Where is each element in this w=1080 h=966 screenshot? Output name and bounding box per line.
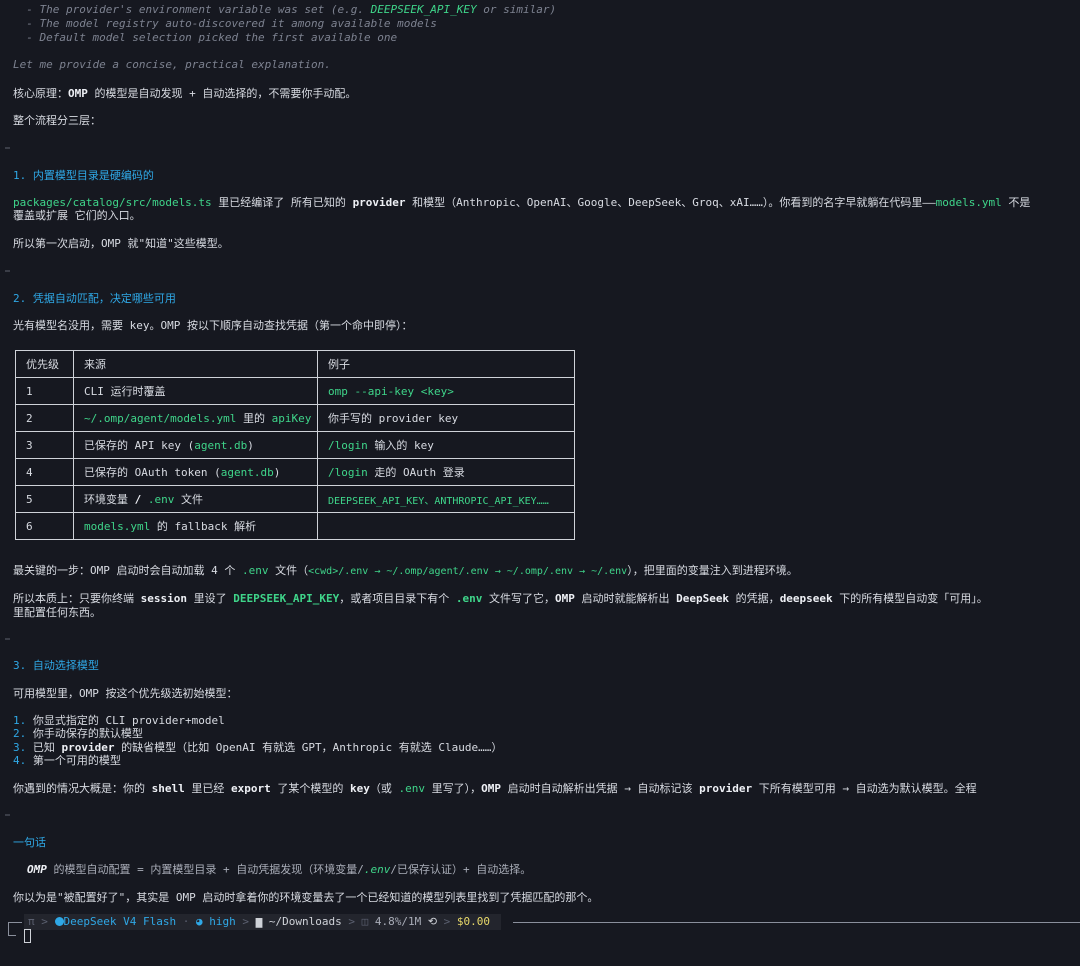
essence-line-1: 所以本质上：只要你终端 session 里设了 DEEPSEEK_API_KEY… — [13, 592, 988, 605]
pi-icon: π — [28, 915, 35, 928]
list-item: 4. 第一个可用的模型 — [13, 754, 121, 767]
cost-label: $0.00 — [456, 915, 491, 928]
table-cell: 5 — [15, 485, 74, 513]
section3-heading: 3. 自动选择模型 — [13, 659, 99, 672]
context-usage: 4.8%/1M — [374, 915, 422, 928]
thinking-line-1: - The provider's environment variable wa… — [13, 3, 557, 16]
context-icon: ◫ — [361, 915, 375, 928]
summary-quote: OMP 的模型自动配置 = 内置模型目录 + 自动凭据发现（环境变量/.env/… — [27, 863, 532, 876]
table-cell: 4 — [15, 458, 74, 486]
situation-line: 你遇到的情况大概是：你的 shell 里已经 export 了某个模型的 key… — [13, 782, 977, 795]
table-header-row: 优先级 来源 例子 — [15, 350, 575, 378]
section2-heading: 2. 凭据自动匹配，决定哪些可用 — [13, 292, 176, 305]
flow-line: 整个流程分三层： — [13, 114, 101, 127]
status-line-right — [513, 922, 1080, 923]
section3-lead: 可用模型里，OMP 按这个优先级选初始模型： — [13, 687, 238, 700]
section1-heading: 1. 内置模型目录是硬编码的 — [13, 169, 154, 182]
table-cell — [317, 512, 575, 540]
divider-left-2 — [5, 270, 10, 272]
closing-line: 你以为是"被配置好了"，其实是 OMP 启动时拿着你的环境变量去了一个已经知道的… — [13, 891, 599, 904]
table-cell: CLI 运行时覆盖 — [73, 377, 318, 405]
table-header-cell: 优先级 — [15, 350, 74, 378]
table-row: 5 环境变量 / .env 文件 DEEPSEEK_API_KEY、ANTHRO… — [15, 485, 575, 513]
divider-left-4 — [5, 814, 10, 816]
status-line-left — [8, 922, 22, 923]
thinking-level[interactable]: high — [209, 915, 236, 928]
essence-line-2: 里配置任何东西。 — [13, 606, 101, 619]
section1-line2: 覆盖或扩展 它们的入口。 — [13, 209, 141, 222]
table-row: 1 CLI 运行时覆盖 omp --api-key <key> — [15, 377, 575, 405]
key-step-line: 最关键的一步：OMP 启动时会自动加载 4 个 .env 文件（<cwd>/.e… — [13, 564, 798, 577]
prompt-border — [8, 922, 9, 936]
prompt-border-bottom — [8, 935, 16, 936]
summary-heading: 一句话 — [13, 836, 46, 849]
section1-line3: 所以第一次启动，OMP 就"知道"这些模型。 — [13, 237, 229, 250]
refresh-icon: ⟲ — [427, 915, 438, 928]
divider-left-3 — [5, 638, 10, 640]
cwd-label: ~/Downloads — [268, 915, 342, 928]
table-cell: 环境变量 / .env 文件 — [73, 485, 318, 513]
status-segments: π > DeepSeek V4 Flash · ◕ high > ▆ ~/Dow… — [24, 914, 501, 930]
thinking-line-2: - The model registry auto-discovered it … — [13, 17, 437, 30]
table-cell: models.yml 的 fallback 解析 — [73, 512, 318, 540]
table-cell: DEEPSEEK_API_KEY、ANTHROPIC_API_KEY…… — [317, 485, 575, 513]
folder-icon: ▆ — [255, 915, 269, 928]
credential-priority-table: 优先级 来源 例子 1 CLI 运行时覆盖 omp --api-key <key… — [15, 350, 575, 540]
divider-left — [5, 147, 10, 149]
deepseek-logo-icon — [54, 917, 64, 926]
table-cell: 6 — [15, 512, 74, 540]
prompt-input-cursor[interactable] — [24, 929, 31, 943]
table-cell: 1 — [15, 377, 74, 405]
principle-line: 核心原理：OMP 的模型是自动发现 + 自动选择的，不需要你手动配。 — [13, 87, 357, 100]
table-cell: /login 输入的 key — [317, 431, 575, 459]
table-header-cell: 来源 — [73, 350, 318, 378]
section1-line1: packages/catalog/src/models.ts 里已经编译了 所有… — [13, 196, 1031, 209]
brain-icon: ◕ — [189, 915, 210, 928]
thinking-summary: Let me provide a concise, practical expl… — [13, 58, 331, 71]
table-row: 3 已保存的 API key (agent.db) /login 输入的 key — [15, 431, 575, 459]
table-cell: 你手写的 provider key — [317, 404, 575, 432]
table-cell: 已保存的 OAuth token (agent.db) — [73, 458, 318, 486]
table-cell: ~/.omp/agent/models.yml 里的 apiKey — [73, 404, 318, 432]
table-cell: 3 — [15, 431, 74, 459]
thinking-line-3: - Default model selection picked the fir… — [13, 31, 398, 44]
section2-lead: 光有模型名没用，需要 key。OMP 按以下顺序自动查找凭据（第一个命中即停）： — [13, 319, 413, 332]
status-bar: π > DeepSeek V4 Flash · ◕ high > ▆ ~/Dow… — [8, 914, 1080, 936]
table-cell: /login 走的 OAuth 登录 — [317, 458, 575, 486]
table-row: 2 ~/.omp/agent/models.yml 里的 apiKey 你手写的… — [15, 404, 575, 432]
table-header-cell: 例子 — [317, 350, 575, 378]
table-row: 6 models.yml 的 fallback 解析 — [15, 512, 575, 540]
model-selector[interactable]: DeepSeek V4 Flash — [64, 915, 177, 928]
table-cell: omp --api-key <key> — [317, 377, 575, 405]
table-cell: 2 — [15, 404, 74, 432]
table-cell: 已保存的 API key (agent.db) — [73, 431, 318, 459]
table-row: 4 已保存的 OAuth token (agent.db) /login 走的 … — [15, 458, 575, 486]
